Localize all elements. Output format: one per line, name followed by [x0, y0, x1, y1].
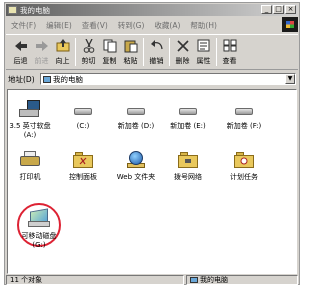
floppy-drive-icon	[19, 100, 41, 120]
my-computer-icon	[190, 277, 198, 283]
clipboard-icon	[123, 38, 138, 53]
cut-label: 剪切	[81, 57, 96, 65]
explorer-window: 我的电脑 _ □ × 文件(F) 编辑(E) 查看(V) 转到(G) 收藏(A)…	[4, 2, 300, 285]
back-label: 后退	[13, 57, 28, 65]
status-bar: 11 个对象 我的电脑	[6, 275, 298, 285]
dialup-networking[interactable]: 拨号网络	[160, 151, 216, 182]
item-label: 打印机	[19, 173, 41, 181]
hard-drive-icon	[74, 108, 92, 115]
undo-button[interactable]: 撤销	[146, 38, 167, 66]
my-computer-icon	[43, 75, 51, 83]
menu-view[interactable]: 查看(V)	[82, 20, 108, 31]
toolbar-separator	[143, 38, 144, 66]
object-count: 11 个对象	[6, 275, 184, 285]
forward-button[interactable]: 前进	[31, 38, 52, 66]
file-view: 3.5 英寸软盘 (A:) (C:) 新加卷 (D:) 新加卷 (E:) 新加卷…	[7, 89, 297, 274]
toolbar: 后退 前进 向上 剪切 复制 粘贴 撤销 删除 属性 查看	[6, 34, 298, 70]
item-label: Web 文件夹	[116, 173, 156, 181]
web-folders[interactable]: Web 文件夹	[108, 151, 164, 182]
copy-label: 复制	[102, 57, 117, 65]
drive-label: (C:)	[76, 122, 90, 130]
removable-disk-g[interactable]: 可移动磁盘 (G:)	[11, 208, 67, 250]
copy-button[interactable]: 复制	[99, 38, 120, 66]
undo-icon	[149, 38, 164, 53]
toolbar-separator	[216, 38, 217, 66]
printer-icon	[20, 151, 40, 169]
menu-go[interactable]: 转到(G)	[118, 20, 145, 31]
drive-e[interactable]: 新加卷 (E:)	[160, 100, 216, 131]
properties-button[interactable]: 属性	[193, 38, 214, 66]
menu-bar: 文件(F) 编辑(E) 查看(V) 转到(G) 收藏(A) 帮助(H)	[6, 18, 298, 32]
delete-label: 删除	[175, 57, 190, 65]
hard-drive-icon	[235, 108, 253, 115]
hard-drive-icon	[127, 108, 145, 115]
minimize-button[interactable]: _	[261, 5, 272, 14]
back-button[interactable]: 后退	[10, 38, 31, 66]
paste-button[interactable]: 粘贴	[120, 38, 141, 66]
item-sublabel: (G:)	[32, 241, 46, 249]
properties-icon	[196, 38, 211, 53]
hard-drive-icon	[179, 108, 197, 115]
drive-label: 3.5 英寸软盘	[9, 122, 51, 130]
removable-disk-icon	[28, 208, 50, 228]
status-location: 我的电脑	[186, 275, 298, 285]
address-bar: 地址(D) 我的电脑 ▼	[6, 72, 298, 86]
copy-icon	[102, 38, 117, 53]
scheduled-tasks-icon	[234, 151, 254, 169]
drive-label: 新加卷 (D:)	[117, 122, 155, 130]
menu-file[interactable]: 文件(F)	[11, 20, 36, 31]
dialup-network-icon	[178, 151, 198, 169]
control-panel-icon	[73, 151, 93, 169]
delete-button[interactable]: 删除	[172, 38, 193, 66]
drive-label: 新加卷 (F:)	[226, 122, 262, 130]
address-dropdown-button[interactable]: ▼	[285, 74, 295, 84]
toolbar-separator	[169, 38, 170, 66]
view-grid-icon	[222, 38, 237, 53]
paste-label: 粘贴	[123, 57, 138, 65]
arrow-left-icon	[13, 38, 28, 53]
web-folder-icon	[126, 151, 146, 169]
control-panel[interactable]: 控制面板	[55, 151, 111, 182]
item-label: 可移动磁盘	[21, 232, 57, 240]
scissors-icon	[81, 38, 96, 53]
undo-label: 撤销	[149, 57, 164, 65]
arrow-right-icon	[34, 38, 49, 53]
address-field[interactable]: 我的电脑 ▼	[40, 73, 296, 85]
cut-button[interactable]: 剪切	[78, 38, 99, 66]
window-controls: _ □ ×	[261, 5, 296, 14]
menu-edit[interactable]: 编辑(E)	[46, 20, 72, 31]
drive-label: 新加卷 (E:)	[170, 122, 206, 130]
view-label: 查看	[222, 57, 237, 65]
item-label: 计划任务	[230, 173, 258, 181]
properties-label: 属性	[196, 57, 211, 65]
printers[interactable]: 打印机	[2, 151, 58, 182]
up-button[interactable]: 向上	[52, 38, 73, 66]
drive-f[interactable]: 新加卷 (F:)	[216, 100, 272, 131]
forward-label: 前进	[34, 57, 49, 65]
drive-a[interactable]: 3.5 英寸软盘 (A:)	[2, 100, 58, 140]
maximize-button[interactable]: □	[273, 5, 284, 14]
folder-up-icon	[55, 38, 70, 53]
drive-sublabel: (A:)	[23, 131, 37, 139]
status-location-label: 我的电脑	[200, 276, 228, 284]
windows-logo	[282, 17, 298, 32]
my-computer-icon	[8, 6, 17, 14]
title-bar[interactable]: 我的电脑 _ □ ×	[6, 4, 298, 16]
toolbar-separator	[75, 38, 76, 66]
windows-flag-icon	[286, 21, 294, 28]
drive-d[interactable]: 新加卷 (D:)	[108, 100, 164, 131]
item-label: 拨号网络	[174, 173, 202, 181]
delete-x-icon	[175, 38, 190, 53]
address-label: 地址(D)	[8, 74, 35, 84]
up-label: 向上	[55, 57, 70, 65]
view-button[interactable]: 查看	[219, 38, 240, 66]
menu-favorites[interactable]: 收藏(A)	[154, 20, 180, 31]
close-button[interactable]: ×	[285, 5, 296, 14]
menu-help[interactable]: 帮助(H)	[190, 20, 217, 31]
scheduled-tasks[interactable]: 计划任务	[216, 151, 272, 182]
address-value: 我的电脑	[53, 74, 83, 84]
window-title: 我的电脑	[20, 5, 50, 15]
item-label: 控制面板	[69, 173, 97, 181]
drive-c[interactable]: (C:)	[55, 100, 111, 131]
